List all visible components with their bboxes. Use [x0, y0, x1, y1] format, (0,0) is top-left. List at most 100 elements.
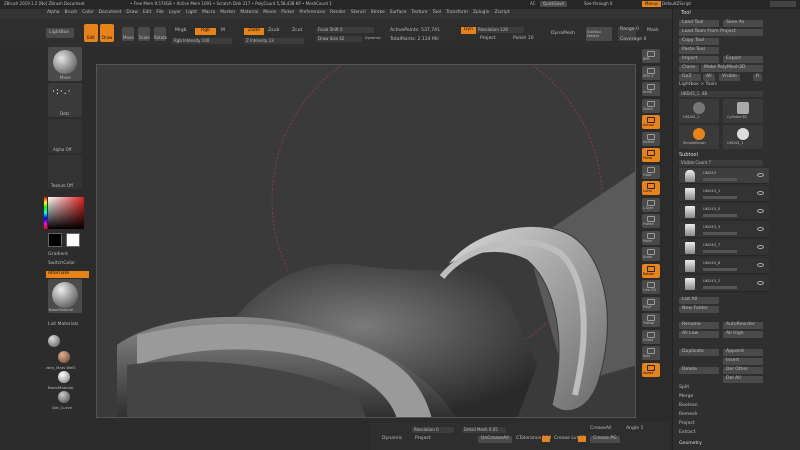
- r-button[interactable]: R: [753, 74, 763, 81]
- subtool-row[interactable]: UKD43_8: [679, 258, 769, 274]
- subtool-opacity-bar[interactable]: [703, 268, 737, 271]
- main-color-swatch[interactable]: [48, 233, 62, 247]
- load-tool-button[interactable]: Load Tool: [679, 20, 719, 27]
- visible-button[interactable]: Visible: [719, 74, 741, 81]
- material-selector[interactable]: BasicMaterial: [48, 279, 82, 313]
- shelf-frame-button[interactable]: Frame: [642, 214, 660, 228]
- visible-count-slider[interactable]: Visible Count 7: [679, 160, 763, 166]
- material-icon-4[interactable]: [58, 391, 70, 403]
- alpha-selector[interactable]: Alpha Off: [48, 119, 82, 153]
- subtool-opacity-bar[interactable]: [703, 196, 737, 199]
- bottom-dynamic-toggle[interactable]: Dynamic: [382, 436, 402, 442]
- detail-mesh-slider[interactable]: Detail Mesh 0.05: [462, 427, 506, 433]
- lightbox-tools-label[interactable]: Lightbox > Tools: [679, 82, 717, 88]
- crease-pg-button[interactable]: Crease PG: [590, 436, 620, 443]
- menu-preferences[interactable]: Preferences: [299, 10, 325, 15]
- bottom-project-toggle[interactable]: Project: [415, 436, 431, 442]
- material-icon-2[interactable]: [58, 351, 70, 363]
- shelf-bpr-button[interactable]: BPR: [642, 49, 660, 63]
- subtool-row[interactable]: UKD43_5: [679, 204, 769, 220]
- focal-shift-slider[interactable]: Focal Shift 0: [316, 27, 374, 33]
- split-section[interactable]: Split: [679, 385, 689, 391]
- shelf-zoom-button[interactable]: Zoom: [642, 98, 660, 113]
- project-section[interactable]: Project: [679, 421, 695, 427]
- subtool-opacity-bar[interactable]: [703, 232, 737, 235]
- model-viewport[interactable]: [97, 65, 636, 418]
- menu-alpha[interactable]: Alpha: [47, 10, 59, 15]
- menu-material[interactable]: Material: [240, 10, 258, 15]
- dynamesh-button[interactable]: DynaMesh: [551, 31, 575, 37]
- angle-slider[interactable]: Angle 1: [626, 426, 643, 432]
- del-all-button[interactable]: Del All: [723, 376, 763, 383]
- shelf-local-button[interactable]: Local: [642, 181, 660, 195]
- shelf-xpose-button[interactable]: Xpose: [642, 362, 660, 377]
- eye-icon[interactable]: [757, 245, 764, 249]
- shelf-solo-button[interactable]: Solo: [642, 346, 660, 360]
- list-all-button[interactable]: List All: [679, 297, 719, 304]
- alternate-button[interactable]: Alternate: [46, 271, 90, 278]
- del-other-button[interactable]: Del Other: [723, 367, 763, 374]
- rotate-button[interactable]: Rotate: [154, 27, 167, 41]
- boolean-section[interactable]: Boolean: [679, 403, 698, 409]
- export-button[interactable]: Export: [723, 56, 763, 63]
- resolution-slider[interactable]: Resolution 128: [476, 27, 524, 33]
- subtool-opacity-bar[interactable]: [703, 178, 737, 181]
- save-as-button[interactable]: Save As: [723, 20, 763, 27]
- shelf-actual-button[interactable]: Actual: [642, 115, 660, 129]
- paste-tool-button[interactable]: Paste Tool: [679, 47, 719, 54]
- ac-label[interactable]: AC: [530, 2, 535, 6]
- menu-zplugin[interactable]: Zplugin: [473, 10, 490, 15]
- delete-button[interactable]: Delete: [679, 367, 719, 374]
- auto-reorder-button[interactable]: AutoReorder: [723, 322, 763, 329]
- menu-tool[interactable]: Tool: [432, 10, 441, 15]
- switch-color-button[interactable]: SwitchColor: [48, 261, 75, 267]
- gradient-toggle[interactable]: Gradient: [48, 252, 68, 258]
- menu-edit[interactable]: Edit: [143, 10, 152, 15]
- subtool-opacity-bar[interactable]: [703, 214, 737, 217]
- all-button[interactable]: All: [703, 74, 715, 81]
- clone-button[interactable]: Clone: [679, 65, 699, 72]
- merge-section[interactable]: Merge: [679, 394, 693, 400]
- eye-icon[interactable]: [757, 191, 764, 195]
- menus-button[interactable]: Menus: [642, 1, 662, 7]
- menu-macro[interactable]: Macro: [202, 10, 215, 15]
- geometry-section[interactable]: Geometry: [679, 441, 702, 447]
- quicksave-button[interactable]: QuickSave: [540, 1, 568, 7]
- subtool-row[interactable]: UKD43_3: [679, 222, 769, 238]
- menu-brush[interactable]: Brush: [64, 10, 77, 15]
- tool-thumbnail[interactable]: UKD43_1: [723, 125, 763, 149]
- zsub-button[interactable]: Zsub: [268, 28, 279, 34]
- shelf-aahalf-button[interactable]: AAHalf: [642, 131, 660, 146]
- menu-texture[interactable]: Texture: [411, 10, 427, 15]
- menu-document[interactable]: Document: [99, 10, 122, 15]
- shelf-rotate-button[interactable]: Rotate: [642, 263, 660, 278]
- current-tool-slider[interactable]: UKD43_1. 48: [679, 91, 763, 97]
- bottom-resolution-slider[interactable]: Resolution 0: [412, 427, 454, 433]
- shelf-floor-button[interactable]: Floor: [642, 164, 660, 179]
- color-picker[interactable]: [48, 197, 84, 229]
- mrgb-button[interactable]: Mrgb: [175, 28, 187, 34]
- texture-selector[interactable]: Texture Off: [48, 155, 82, 189]
- stroke-selector[interactable]: ·:·.· Dots: [48, 83, 82, 117]
- zadd-button[interactable]: Zadd: [244, 28, 264, 35]
- scale-button[interactable]: Scale: [138, 27, 150, 41]
- project-toggle[interactable]: Project: [480, 36, 496, 42]
- menu-layer[interactable]: Layer: [169, 10, 181, 15]
- material-icon-3[interactable]: [58, 371, 70, 383]
- eye-icon[interactable]: [757, 173, 764, 177]
- subtool-opacity-bar[interactable]: [703, 286, 737, 289]
- menu-stroke[interactable]: Stroke: [371, 10, 385, 15]
- uncrease-all-button[interactable]: UnCreaseAll: [478, 436, 512, 443]
- subtool-row[interactable]: UKD43_2: [679, 276, 769, 292]
- z-intensity-slider[interactable]: Z Intensity 23: [244, 38, 304, 44]
- rgb-button[interactable]: Rgb: [195, 28, 217, 35]
- color-hue-strip[interactable]: [44, 197, 47, 229]
- menu-draw[interactable]: Draw: [126, 10, 137, 15]
- extract-section[interactable]: Extract: [679, 430, 695, 436]
- move-button[interactable]: Move: [122, 27, 134, 41]
- menu-movie[interactable]: Movie: [263, 10, 276, 15]
- shelf-scale-button[interactable]: Scale: [642, 247, 660, 261]
- load-tools-from-project-button[interactable]: Load Tools From Project: [679, 29, 763, 36]
- shelf-ghost-button[interactable]: Ghost: [642, 329, 660, 344]
- dynamic-toggle[interactable]: Dynamic: [365, 36, 381, 41]
